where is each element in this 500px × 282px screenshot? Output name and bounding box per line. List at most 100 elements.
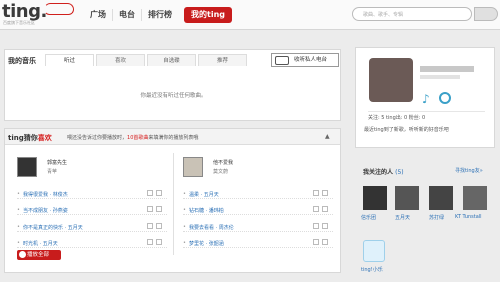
song-row[interactable]: • 时光机 · 五月天 [17, 238, 167, 248]
search-input[interactable]: 歌曲、歌手、专辑 [352, 7, 472, 21]
play-all-icon [19, 251, 26, 258]
tip-suffix: 来填满你的播放列表哦 [148, 135, 199, 141]
guess-header: ting猜你喜欢 喂还没告诉过你要播放时，10首歌曲来填满你的播放列表哦 ▲ [5, 129, 340, 145]
song-bullet: • [183, 240, 186, 246]
add-icon[interactable] [156, 190, 162, 196]
album-title[interactable]: 郭富先生 [47, 159, 67, 166]
play-icon[interactable] [147, 239, 153, 245]
album-artist[interactable]: 青苹 [47, 168, 57, 175]
radio-circle-icon[interactable] [439, 92, 451, 104]
album-artist[interactable]: 莫文蔚 [213, 168, 228, 175]
play-icon[interactable] [147, 190, 153, 196]
guess-title: ting猜你喜欢 [8, 133, 52, 143]
nav-my-ting[interactable]: 我的ting [184, 7, 232, 23]
followed-avatar[interactable] [429, 186, 453, 210]
play-all-label: 播放全部 [27, 252, 50, 258]
song-row[interactable]: • 你不是真正的快乐 · 五月天 [17, 222, 167, 232]
song-row[interactable]: • 我得很爱我 · 林俊杰 [17, 189, 167, 199]
collapse-arrow-icon[interactable]: ▲ [325, 133, 330, 140]
private-radio-button[interactable]: 收听私人电台 [271, 53, 339, 67]
song-title[interactable]: 我要去看看 · 周杰伦 [189, 224, 234, 231]
song-title[interactable]: 梦里花 · 张韶涵 [189, 240, 224, 247]
song-title[interactable]: 你不是真正的快乐 · 五月天 [23, 224, 83, 231]
search-placeholder: 歌曲、歌手、专辑 [363, 12, 404, 18]
tip-prefix: 喂还没告诉过你要播放时， [67, 135, 128, 141]
nav-square[interactable]: 广场 [84, 9, 112, 21]
ting-bot-avatar[interactable] [363, 240, 385, 262]
following-panel: 我关注的人 (5) 寻找ting友» 信乐团 五月天 苏打绿 KT Tunsta… [355, 162, 495, 274]
song-row[interactable]: • 钻石糖 · 潘玮柏 [183, 205, 333, 215]
tab-recommended[interactable]: 推荐 [198, 54, 247, 66]
followed-avatar[interactable] [363, 186, 387, 210]
find-friends-link[interactable]: 寻找ting友» [455, 167, 483, 174]
album-cover[interactable] [183, 157, 203, 177]
play-icon[interactable] [147, 206, 153, 212]
recommend-right[interactable]: 他不爱我 莫文蔚 [183, 157, 233, 179]
followed-name[interactable]: 苏打绿 [429, 214, 444, 221]
empty-message: 你最近没有听过任何歌曲。 [140, 93, 207, 99]
song-row[interactable]: • 温柔 · 五月天 [183, 189, 333, 199]
song-title[interactable]: 时光机 · 五月天 [23, 240, 58, 247]
tab-custom-disc[interactable]: 自选碟 [147, 54, 196, 66]
album-cover[interactable] [17, 157, 37, 177]
song-title[interactable]: 钻石糖 · 潘玮柏 [189, 207, 224, 214]
tab-liked[interactable]: 喜欢 [96, 54, 145, 66]
play-icon[interactable] [147, 223, 153, 229]
nav-radio[interactable]: 电台 [112, 9, 141, 21]
music-note-icon[interactable]: ♪ [422, 92, 432, 106]
logo-subtitle: 百度旗下音乐社区 [3, 20, 35, 25]
followed-avatar[interactable] [395, 186, 419, 210]
add-icon[interactable] [322, 239, 328, 245]
profile-description: 最近ting到了新歌，听听新的好音乐吧 [364, 127, 449, 133]
followed-name[interactable]: KT Tunstall [455, 214, 482, 220]
play-icon[interactable] [313, 223, 319, 229]
my-music-panel: 我的音乐 听过 喜欢 自选碟 推荐 收听私人电台 你最近没有听过任何歌曲。 [4, 49, 341, 121]
my-music-tabs: 听过 喜欢 自选碟 推荐 [45, 54, 249, 66]
song-row[interactable]: • 当不成朋友 · 孙燕姿 [17, 205, 167, 215]
profile-info-blurred [420, 75, 460, 79]
followed-name[interactable]: 五月天 [395, 214, 410, 221]
ting-bot-name[interactable]: ting!小乐 [361, 266, 383, 273]
top-bar: ting. 百度旗下音乐社区 广场 电台 排行榜 我的ting 歌曲、歌手、专辑 [0, 0, 500, 30]
song-bullet: • [17, 224, 20, 230]
play-icon[interactable] [313, 239, 319, 245]
add-icon[interactable] [322, 190, 328, 196]
followed-name[interactable]: 信乐团 [361, 214, 376, 221]
play-all-button[interactable]: 播放全部 [17, 250, 61, 260]
search-button[interactable] [474, 7, 498, 21]
add-icon[interactable] [322, 206, 328, 212]
ting-logo[interactable]: ting. [2, 1, 47, 22]
radio-icon [275, 56, 289, 65]
column-divider [173, 153, 174, 255]
profile-card: ♪ 关注: 5 ting出: 0 粉丝: 0 最近ting到了新歌，听听新的好音… [355, 47, 495, 148]
add-icon[interactable] [156, 223, 162, 229]
recommend-left[interactable]: 郭富先生 青苹 [17, 157, 67, 179]
song-bullet: • [17, 207, 20, 213]
nav-charts[interactable]: 排行榜 [141, 9, 178, 21]
profile-counts[interactable]: 关注: 5 ting出: 0 粉丝: 0 [368, 111, 485, 121]
album-title[interactable]: 他不爱我 [213, 159, 233, 166]
song-bullet: • [17, 240, 20, 246]
song-row[interactable]: • 我要去看看 · 周杰伦 [183, 222, 333, 232]
song-bullet: • [183, 207, 186, 213]
add-icon[interactable] [156, 239, 162, 245]
play-icon[interactable] [313, 206, 319, 212]
following-count[interactable]: (5) [395, 169, 404, 176]
add-icon[interactable] [156, 206, 162, 212]
song-title[interactable]: 当不成朋友 · 孙燕姿 [23, 207, 68, 214]
play-icon[interactable] [313, 190, 319, 196]
following-header: 我关注的人 (5) 寻找ting友» [355, 162, 495, 176]
song-row[interactable]: • 梦里花 · 张韶涵 [183, 238, 333, 248]
guess-title-highlight: 喜欢 [37, 134, 52, 142]
guess-tip: 喂还没告诉过你要播放时，10首歌曲来填满你的播放列表哦 [67, 134, 198, 141]
following-title: 我关注的人 (5) [363, 167, 404, 176]
avatar[interactable] [369, 58, 413, 102]
add-icon[interactable] [322, 223, 328, 229]
tab-listened[interactable]: 听过 [45, 54, 94, 66]
following-title-label: 我关注的人 [363, 169, 394, 176]
song-bullet: • [17, 191, 20, 197]
song-title[interactable]: 我得很爱我 · 林俊杰 [23, 191, 68, 198]
song-title[interactable]: 温柔 · 五月天 [189, 191, 219, 198]
followed-avatar[interactable] [463, 186, 487, 210]
song-bullet: • [183, 191, 186, 197]
